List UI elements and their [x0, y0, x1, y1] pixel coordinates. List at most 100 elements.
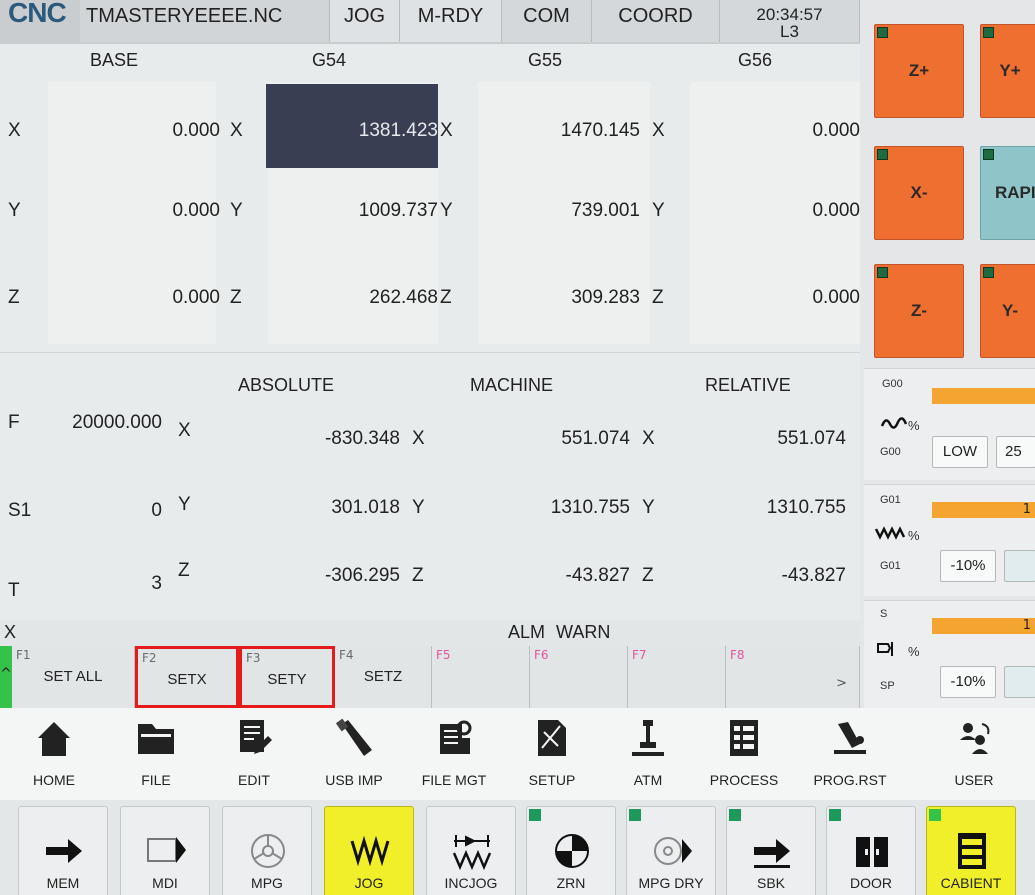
axis-label-y: Y	[440, 200, 453, 221]
g56-z-value[interactable]: 0.000	[740, 287, 860, 309]
pos-axis-z: Z	[642, 565, 654, 586]
header-g54: G54	[312, 50, 347, 70]
softkey-more-button[interactable]: >	[836, 676, 847, 691]
g56-x-value[interactable]: 0.000	[740, 120, 860, 142]
softkey-f1[interactable]: F1 SET ALL	[12, 646, 135, 708]
g01-plus-button[interactable]	[1004, 550, 1035, 582]
mode-mpg-dry-button[interactable]: MPG DRY	[626, 806, 716, 895]
jog-z-plus-button[interactable]: Z+	[874, 24, 964, 118]
mode-mdi-button[interactable]: MDI	[120, 806, 210, 895]
mode-label: SBK	[756, 875, 785, 891]
softkey-back-button[interactable]: ^	[0, 646, 12, 708]
mode-label: DOOR	[850, 875, 892, 891]
mode-indicator: JOG	[330, 0, 400, 42]
clock: 20:34:57 L3	[720, 0, 860, 42]
menu-usb-import[interactable]: USB IMP	[310, 712, 398, 798]
jog-z-minus-button[interactable]: Z-	[874, 264, 964, 358]
g55-x-value[interactable]: 1470.145	[520, 120, 640, 142]
pos-axis-x: X	[642, 428, 655, 449]
g01-minus-10-button[interactable]: -10%	[940, 550, 996, 582]
mode-jog-button[interactable]: JOG	[324, 806, 414, 895]
base-x-value[interactable]: 0.000	[100, 120, 220, 142]
setup-icon	[538, 720, 566, 756]
menu-file-management[interactable]: FILE MGT	[410, 712, 498, 798]
menu-atm[interactable]: ATM	[604, 712, 692, 798]
softkey-f6[interactable]: F6	[530, 646, 628, 708]
row-label-z: Z	[8, 287, 20, 308]
menu-file[interactable]: FILE	[112, 712, 200, 798]
status-led	[629, 809, 641, 821]
mode-zrn-button[interactable]: ZRN	[526, 806, 616, 895]
menu-setup[interactable]: SETUP	[508, 712, 596, 798]
pos-axis-y: Y	[642, 497, 655, 518]
g54-x-value[interactable]: 1381.423	[300, 120, 438, 142]
input-line-label[interactable]: X	[4, 622, 16, 643]
mode-sbk-button[interactable]: SBK	[726, 806, 816, 895]
menu-edit[interactable]: EDIT	[210, 712, 298, 798]
mode-mpg-button[interactable]: MPG	[222, 806, 312, 895]
process-icon	[730, 720, 758, 756]
softkey-f3[interactable]: F3 SETY	[239, 646, 335, 708]
absolute-x-value: -830.348	[324, 428, 400, 449]
coord-tab[interactable]: COORD	[592, 0, 720, 42]
header-machine: MACHINE	[470, 375, 554, 395]
mode-label: MPG DRY	[638, 875, 704, 891]
jog-wave-icon	[350, 835, 390, 867]
status-led	[983, 27, 994, 38]
jog-y-minus-button[interactable]: Y-	[980, 264, 1035, 358]
softkey-f2[interactable]: F2 SETX	[135, 646, 239, 708]
g00-low-button[interactable]: LOW	[932, 436, 988, 468]
mode-door-button[interactable]: DOOR	[826, 806, 916, 895]
softkey-label: SETZ	[363, 668, 403, 685]
g54-z-value[interactable]: 262.468	[300, 287, 438, 309]
menu-process[interactable]: PROCESS	[700, 712, 788, 798]
g56-y-value[interactable]: 0.000	[740, 200, 860, 222]
mode-mem-button[interactable]: MEM	[18, 806, 108, 895]
spindle-plus-button[interactable]	[1004, 666, 1035, 698]
menu-home[interactable]: HOME	[10, 712, 98, 798]
g00-override-bar	[932, 388, 1035, 404]
jog-y-plus-button[interactable]: Y+	[980, 24, 1035, 118]
base-z-value[interactable]: 0.000	[100, 287, 220, 309]
status-led	[829, 809, 841, 821]
header-base: BASE	[90, 50, 139, 70]
softkey-f8[interactable]: F8 >	[726, 646, 860, 708]
g55-z-value[interactable]: 309.283	[520, 287, 640, 309]
jog-label: Y+	[999, 61, 1021, 80]
rapid-button[interactable]: RAPI	[980, 146, 1035, 240]
softkey-f4[interactable]: F4 SETZ	[335, 646, 432, 708]
jog-x-minus-button[interactable]: X-	[874, 146, 964, 240]
menu-label: ATM	[633, 772, 663, 788]
status-led	[929, 809, 941, 821]
spindle-icon	[877, 642, 893, 656]
percent-sign: %	[908, 418, 920, 433]
spindle-label: S	[880, 608, 888, 620]
machine-status: M-RDY	[400, 0, 502, 42]
usb-icon	[335, 718, 372, 756]
mode-cabinet-button[interactable]: CABIENT	[926, 806, 1016, 895]
softkey-f7[interactable]: F7	[628, 646, 726, 708]
spindle-minus-10-button[interactable]: -10%	[940, 666, 996, 698]
g55-y-value[interactable]: 739.001	[520, 200, 640, 222]
mode-incjog-button[interactable]: INCJOG	[426, 806, 516, 895]
base-y-value[interactable]: 0.000	[100, 200, 220, 222]
header-g56: G56	[738, 50, 773, 70]
menu-program-reset[interactable]: PROG.RST	[806, 712, 894, 798]
softkey-f5[interactable]: F5	[432, 646, 530, 708]
pos-axis-x: X	[412, 428, 425, 449]
machine-y-value: 1310.755	[550, 497, 630, 518]
line-number: L3	[780, 22, 799, 41]
g00-label: G00	[880, 446, 901, 458]
home-icon	[38, 722, 70, 756]
g54-y-value[interactable]: 1009.737	[300, 200, 438, 222]
softkey-number: F4	[339, 648, 354, 662]
user-icon	[960, 723, 990, 754]
status-led	[877, 27, 888, 38]
axis-label-y: Y	[652, 200, 665, 221]
arrow-right-icon	[46, 839, 82, 863]
menu-label: FILE	[141, 772, 171, 788]
g00-25-button[interactable]: 25	[996, 436, 1035, 468]
pos-axis-z: Z	[178, 560, 190, 581]
softkey-number: F2	[142, 651, 157, 665]
menu-user[interactable]: USER	[930, 712, 1018, 798]
